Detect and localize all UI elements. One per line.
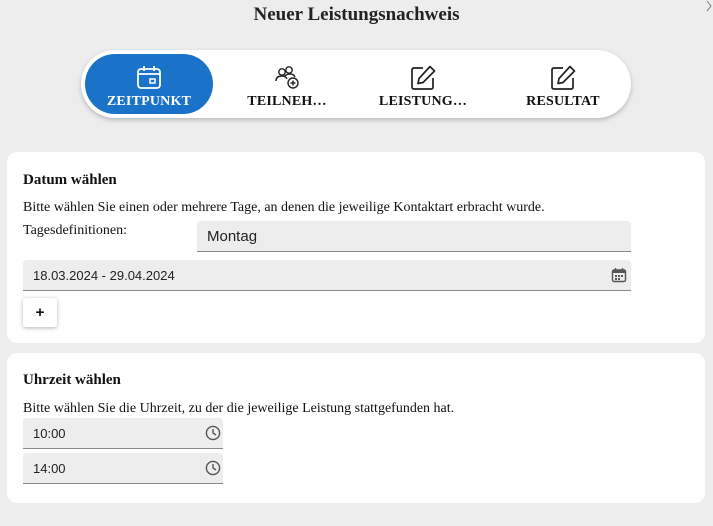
edit-icon <box>411 65 436 90</box>
step-zeitpunkt[interactable]: ZEITPUNKT <box>85 54 213 114</box>
step-label: RESULTAT <box>526 94 600 109</box>
date-section-description: Bitte wählen Sie einen oder mehrere Tage… <box>23 200 545 215</box>
calendar-icon <box>137 66 161 89</box>
time-end-input[interactable] <box>33 453 193 483</box>
time-section-title: Uhrzeit wählen <box>23 372 121 388</box>
time-end-field[interactable] <box>23 453 223 484</box>
clock-icon[interactable] <box>205 460 221 476</box>
step-label: LEISTUNG… <box>378 94 468 109</box>
step-teilnehmer[interactable]: TEILNEH… <box>223 54 351 114</box>
date-range-field[interactable] <box>23 260 631 291</box>
step-label: TEILNEH… <box>247 94 327 109</box>
participants-icon <box>275 66 299 89</box>
time-start-input[interactable] <box>33 418 193 448</box>
page-title: Neuer Leistungsnachweis <box>253 4 460 25</box>
date-section-title: Datum wählen <box>23 172 117 188</box>
edit-icon <box>551 65 576 90</box>
time-start-field[interactable] <box>23 418 223 449</box>
calendar-icon[interactable] <box>611 267 627 283</box>
corner-icon <box>706 0 712 12</box>
tagesdefinitionen-label: Tagesdefinitionen: <box>23 223 127 238</box>
date-card: Datum wählen Bitte wählen Sie einen oder… <box>7 152 705 343</box>
step-label: ZEITPUNKT <box>106 94 192 109</box>
wizard-stepper: ZEITPUNKT TEILNEH… LEISTUNG… RESULTAT <box>81 50 631 118</box>
tagesdefinitionen-field[interactable] <box>197 221 631 252</box>
date-range-input[interactable] <box>33 260 593 290</box>
step-resultat[interactable]: RESULTAT <box>499 54 627 114</box>
time-card: Uhrzeit wählen Bitte wählen Sie die Uhrz… <box>7 353 705 503</box>
time-section-description: Bitte wählen Sie die Uhrzeit, zu der die… <box>23 401 455 416</box>
clock-icon[interactable] <box>205 425 221 441</box>
add-date-button[interactable]: + <box>23 298 57 327</box>
tagesdefinitionen-input[interactable] <box>207 221 607 251</box>
step-leistung[interactable]: LEISTUNG… <box>359 54 487 114</box>
